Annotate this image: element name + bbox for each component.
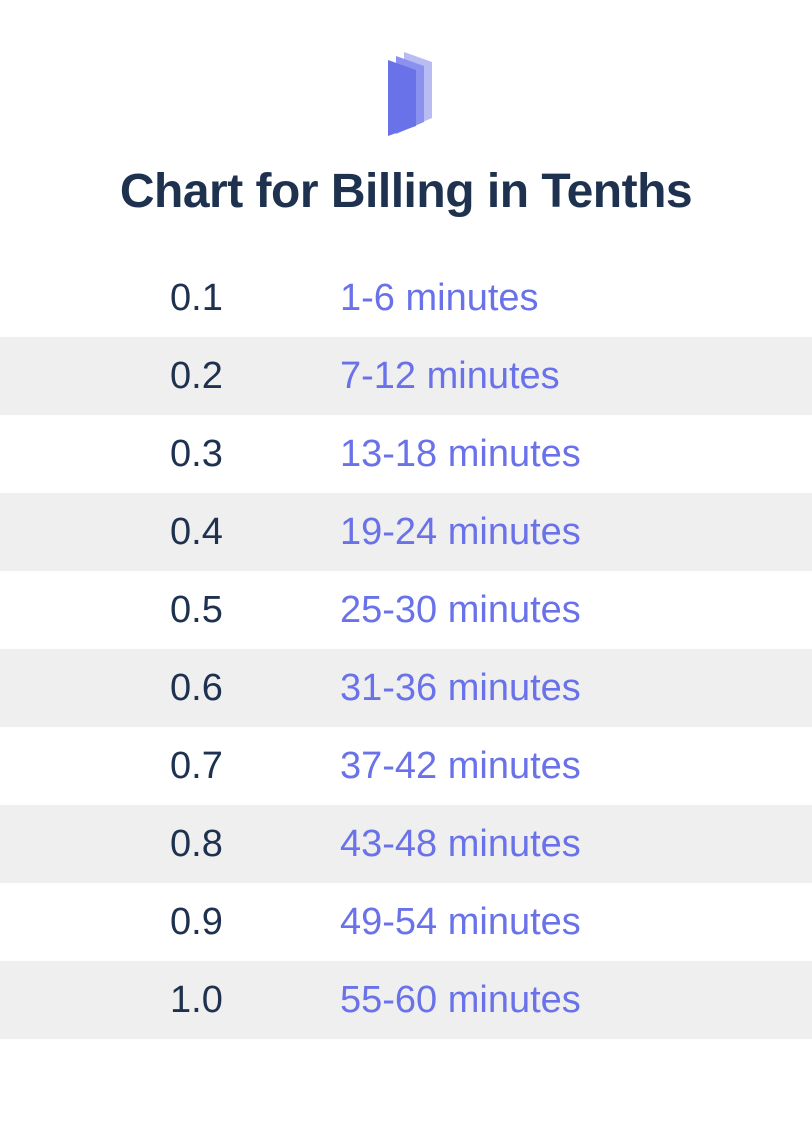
table-row: 0.3 13-18 minutes [0, 415, 812, 493]
page-title: Chart for Billing in Tenths [120, 164, 692, 219]
cell-tenth: 0.6 [0, 667, 340, 710]
cell-minutes: 25-30 minutes [340, 589, 812, 632]
table-row: 0.1 1-6 minutes [0, 259, 812, 337]
cell-tenth: 0.4 [0, 511, 340, 554]
table-row: 0.2 7-12 minutes [0, 337, 812, 415]
cell-minutes: 1-6 minutes [340, 277, 812, 320]
cell-minutes: 49-54 minutes [340, 901, 812, 944]
cell-tenth: 0.8 [0, 823, 340, 866]
table-row: 0.8 43-48 minutes [0, 805, 812, 883]
cell-minutes: 31-36 minutes [340, 667, 812, 710]
cell-minutes: 13-18 minutes [340, 433, 812, 476]
cell-minutes: 43-48 minutes [340, 823, 812, 866]
cell-tenth: 0.3 [0, 433, 340, 476]
billing-table: 0.1 1-6 minutes 0.2 7-12 minutes 0.3 13-… [0, 259, 812, 1039]
cell-tenth: 1.0 [0, 979, 340, 1022]
cell-minutes: 37-42 minutes [340, 745, 812, 788]
cell-tenth: 0.9 [0, 901, 340, 944]
cell-tenth: 0.1 [0, 277, 340, 320]
cell-minutes: 7-12 minutes [340, 355, 812, 398]
cell-tenth: 0.5 [0, 589, 340, 632]
table-row: 0.4 19-24 minutes [0, 493, 812, 571]
table-row: 0.5 25-30 minutes [0, 571, 812, 649]
cell-tenth: 0.7 [0, 745, 340, 788]
table-row: 0.6 31-36 minutes [0, 649, 812, 727]
cell-tenth: 0.2 [0, 355, 340, 398]
table-row: 0.7 37-42 minutes [0, 727, 812, 805]
logo-icon [368, 48, 444, 136]
table-row: 0.9 49-54 minutes [0, 883, 812, 961]
table-row: 1.0 55-60 minutes [0, 961, 812, 1039]
cell-minutes: 55-60 minutes [340, 979, 812, 1022]
cell-minutes: 19-24 minutes [340, 511, 812, 554]
